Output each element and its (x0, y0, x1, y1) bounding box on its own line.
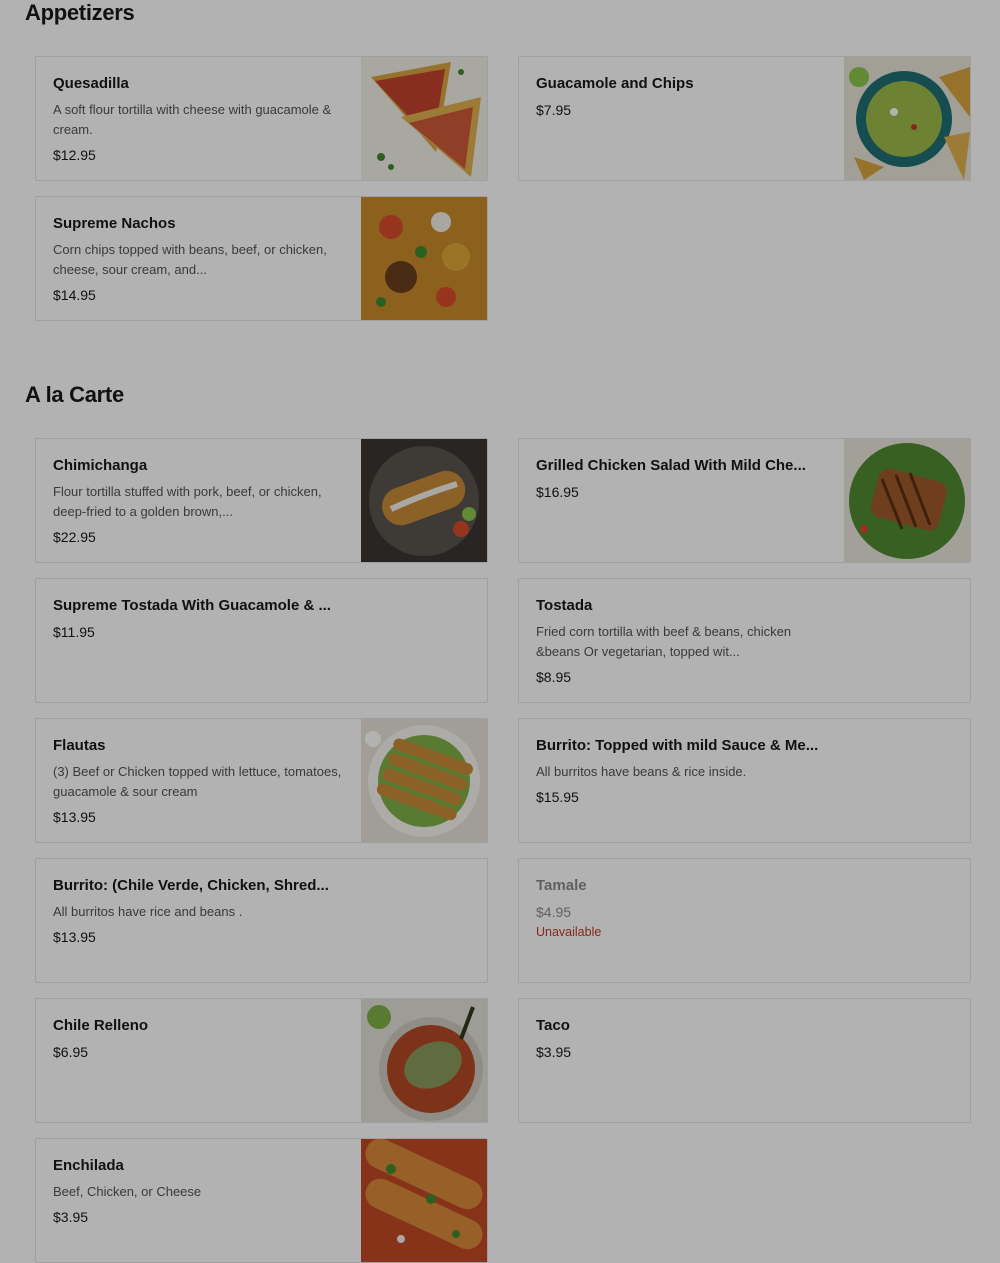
menu-page: Appetizers Quesadilla A soft flour torti… (0, 0, 1000, 1263)
modal-backdrop-overlay[interactable] (0, 0, 1000, 1263)
